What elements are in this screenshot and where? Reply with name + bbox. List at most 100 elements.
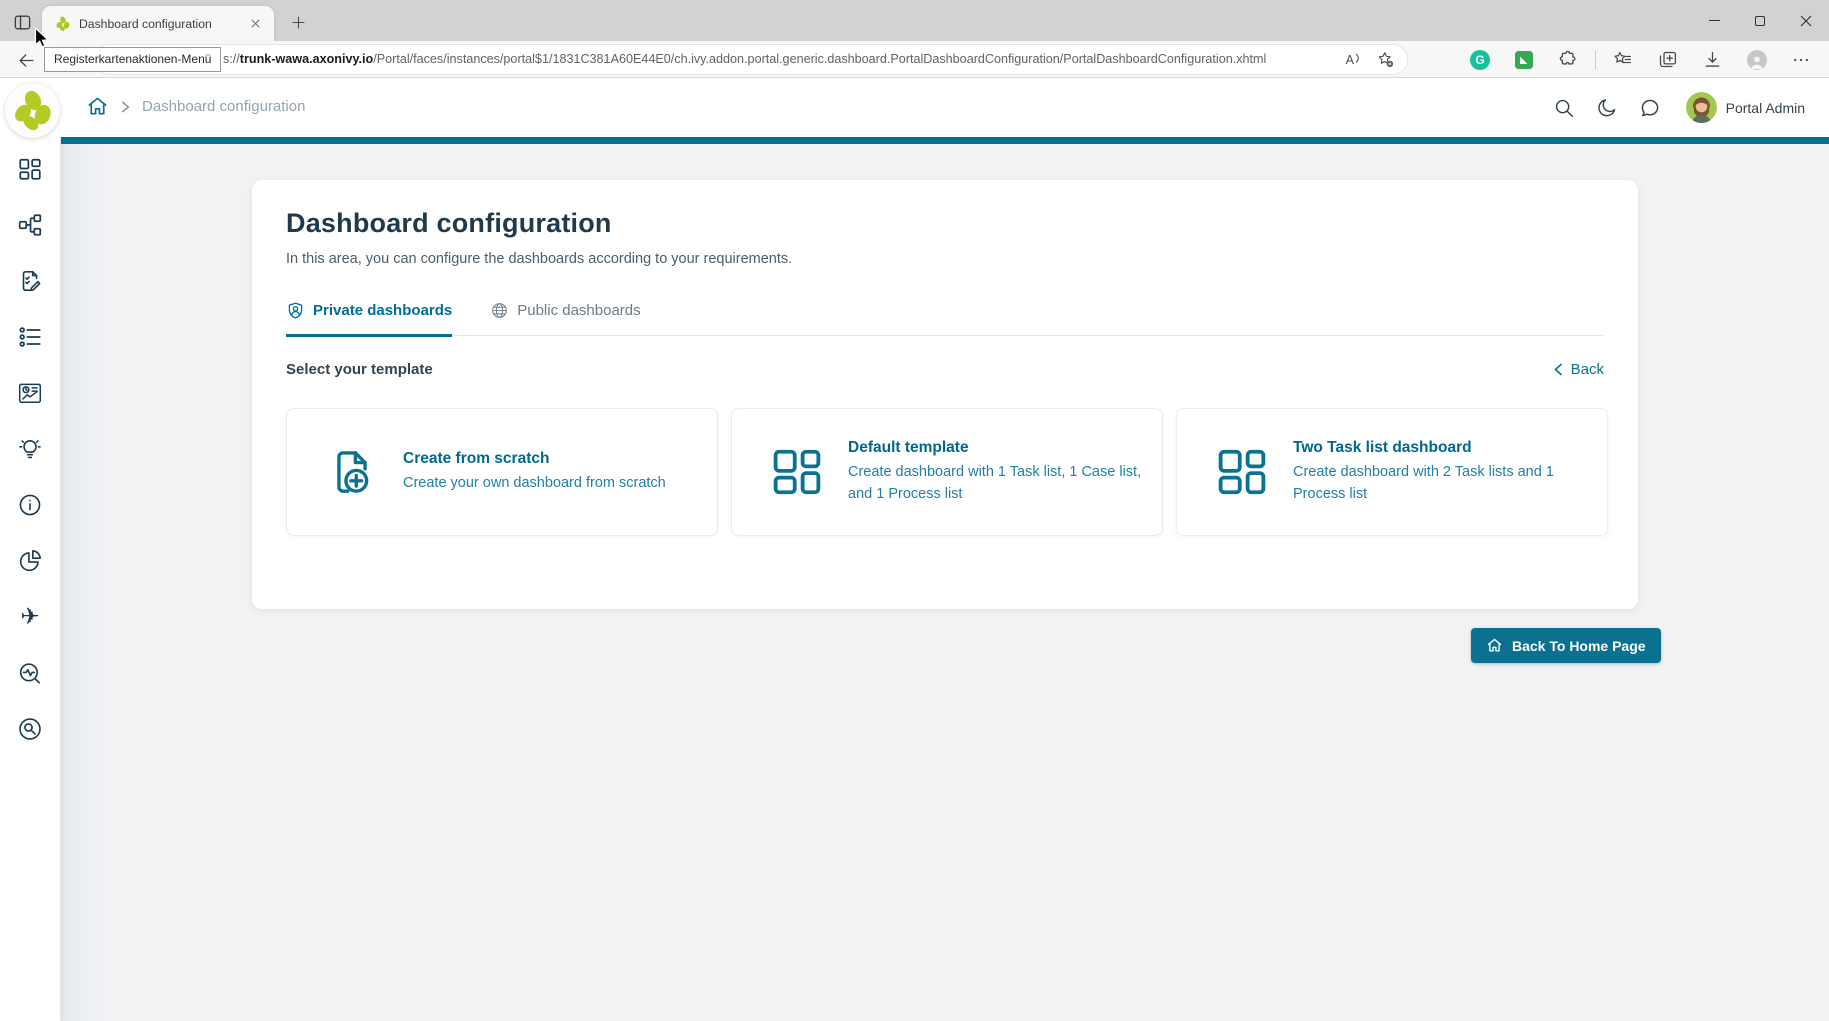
page-title: Dashboard configuration <box>286 208 1604 239</box>
mouse-cursor <box>33 27 52 48</box>
browser-toolbar: s://trunk-wawa.axonivy.io/Portal/faces/i… <box>0 41 1829 78</box>
browser-window: Dashboard configuration s://trunk-wawa.a… <box>0 0 1829 1021</box>
statistics-icon <box>17 380 43 406</box>
template-card-create-from-scratch[interactable]: Create from scratch Create your own dash… <box>286 408 718 536</box>
sidebar-item-dashboard[interactable] <box>17 156 43 182</box>
back-arrow-icon <box>17 51 36 70</box>
minimize-icon <box>1709 20 1720 21</box>
chevron-left-icon <box>1552 362 1564 377</box>
grammarly-extension-icon[interactable]: G <box>1470 50 1490 70</box>
green-extension-icon[interactable] <box>1514 50 1534 70</box>
back-link[interactable]: Back <box>1552 361 1604 378</box>
address-bar[interactable]: s://trunk-wawa.axonivy.io/Portal/faces/i… <box>95 45 1407 74</box>
sidebar-item-travel[interactable]: ✈ <box>17 604 43 630</box>
template-description: Create dashboard with 1 Task list, 1 Cas… <box>848 462 1162 504</box>
public-globe-icon <box>490 301 509 320</box>
sidebar-item-global-search[interactable] <box>17 716 43 742</box>
user-name[interactable]: Portal Admin <box>1726 100 1805 116</box>
tab-actions-menu-button[interactable] <box>9 9 35 35</box>
window-controls <box>1691 0 1829 41</box>
template-card-default-template[interactable]: Default template Create dashboard with 1… <box>731 408 1163 536</box>
sidebar-item-process-analysis[interactable] <box>17 660 43 686</box>
tab-public-dashboards[interactable]: Public dashboards <box>490 301 640 335</box>
pie-chart-icon <box>17 548 43 574</box>
section-title: Select your template <box>286 361 433 378</box>
tab-actions-icon <box>13 13 32 32</box>
sidebar-item-about[interactable] <box>17 492 43 518</box>
left-sidebar: ✈ <box>0 137 61 1021</box>
downloads-icon[interactable] <box>1702 49 1723 70</box>
dashboard-tabs: Private dashboards Public dashboards <box>286 301 1604 336</box>
dashboard-grid-icon <box>1215 445 1269 499</box>
back-navigation-button[interactable] <box>14 48 38 72</box>
tab-label: Private dashboards <box>313 302 452 319</box>
toolbar-divider <box>1595 51 1596 69</box>
main-content: Dashboard configuration In this area, yo… <box>61 144 1829 1021</box>
sidebar-item-cases[interactable] <box>17 324 43 350</box>
tab-actions-tooltip: Registerkartenaktionen-Menü <box>44 47 221 72</box>
tab-close-icon[interactable] <box>246 15 264 33</box>
page-subtitle: In this area, you can configure the dash… <box>286 251 1604 267</box>
close-icon <box>1800 15 1812 27</box>
browser-tab-strip: Dashboard configuration <box>0 0 1829 41</box>
axonivy-logo[interactable] <box>5 83 60 138</box>
portal-header: Dashboard configuration Portal Admin <box>0 78 1829 137</box>
template-title: Create from scratch <box>403 450 717 468</box>
tab-label: Public dashboards <box>517 302 640 319</box>
sidebar-item-statistics[interactable] <box>17 380 43 406</box>
page-url: s://trunk-wawa.axonivy.io/Portal/faces/i… <box>223 45 1343 74</box>
sidebar-item-process-viewer[interactable] <box>17 436 43 462</box>
new-tab-button[interactable] <box>288 12 308 32</box>
dashboard-grid-icon <box>770 445 824 499</box>
template-title: Two Task list dashboard <box>1293 439 1607 457</box>
template-card-two-task-list[interactable]: Two Task list dashboard Create dashboard… <box>1176 408 1608 536</box>
read-aloud-button[interactable]: A <box>1346 53 1362 67</box>
template-title: Default template <box>848 439 1162 457</box>
maximize-icon <box>1755 16 1765 26</box>
private-user-badge-icon <box>286 301 305 320</box>
plus-icon <box>291 15 306 30</box>
browser-profile-icon[interactable] <box>1747 50 1767 70</box>
browser-tab[interactable]: Dashboard configuration <box>42 6 274 41</box>
dark-mode-moon-icon[interactable] <box>1595 96 1619 120</box>
chat-bubble-icon[interactable] <box>1638 96 1662 120</box>
favicon-ivy-leaf-icon <box>55 16 71 32</box>
accent-divider-bar <box>61 137 1829 144</box>
airplane-icon: ✈ <box>20 606 39 629</box>
home-icon <box>1486 637 1503 654</box>
collections-icon[interactable] <box>1657 49 1678 70</box>
minimize-button[interactable] <box>1691 0 1737 41</box>
dashboard-configuration-card: Dashboard configuration In this area, yo… <box>252 180 1638 609</box>
sidebar-item-tasks[interactable] <box>17 268 43 294</box>
case-list-icon <box>17 324 43 350</box>
extensions-puzzle-icon[interactable] <box>1558 49 1579 70</box>
add-favorite-star-icon[interactable] <box>1376 50 1395 69</box>
template-description: Create your own dashboard from scratch <box>403 473 717 494</box>
settings-more-icon[interactable] <box>1791 50 1811 70</box>
toolbar-extensions: G <box>1470 41 1811 78</box>
favorites-bar-icon[interactable] <box>1612 49 1633 70</box>
tab-title: Dashboard configuration <box>79 17 246 31</box>
info-icon <box>17 492 43 518</box>
ivy-leaf-logo-icon <box>12 90 54 132</box>
user-avatar[interactable] <box>1686 92 1717 123</box>
template-list: Create from scratch Create your own dash… <box>286 408 1604 536</box>
template-description: Create dashboard with 2 Task lists and 1… <box>1293 462 1607 504</box>
task-edit-icon <box>17 268 43 294</box>
chevron-right-icon <box>120 100 131 114</box>
home-icon[interactable] <box>86 95 109 118</box>
process-monitor-search-icon <box>17 660 43 686</box>
back-to-home-page-button[interactable]: Back To Home Page <box>1471 628 1661 663</box>
breadcrumb: Dashboard configuration <box>86 95 305 118</box>
sidebar-item-reports[interactable] <box>17 548 43 574</box>
tab-private-dashboards[interactable]: Private dashboards <box>286 301 452 335</box>
breadcrumb-current-page: Dashboard configuration <box>142 98 305 115</box>
lightbulb-icon <box>17 436 43 462</box>
sidebar-item-processes[interactable] <box>17 212 43 238</box>
file-plus-icon <box>325 445 379 499</box>
search-icon[interactable] <box>1552 96 1576 120</box>
global-search-icon <box>17 716 43 742</box>
maximize-button[interactable] <box>1737 0 1783 41</box>
close-button[interactable] <box>1783 0 1829 41</box>
process-hierarchy-icon <box>17 212 43 238</box>
